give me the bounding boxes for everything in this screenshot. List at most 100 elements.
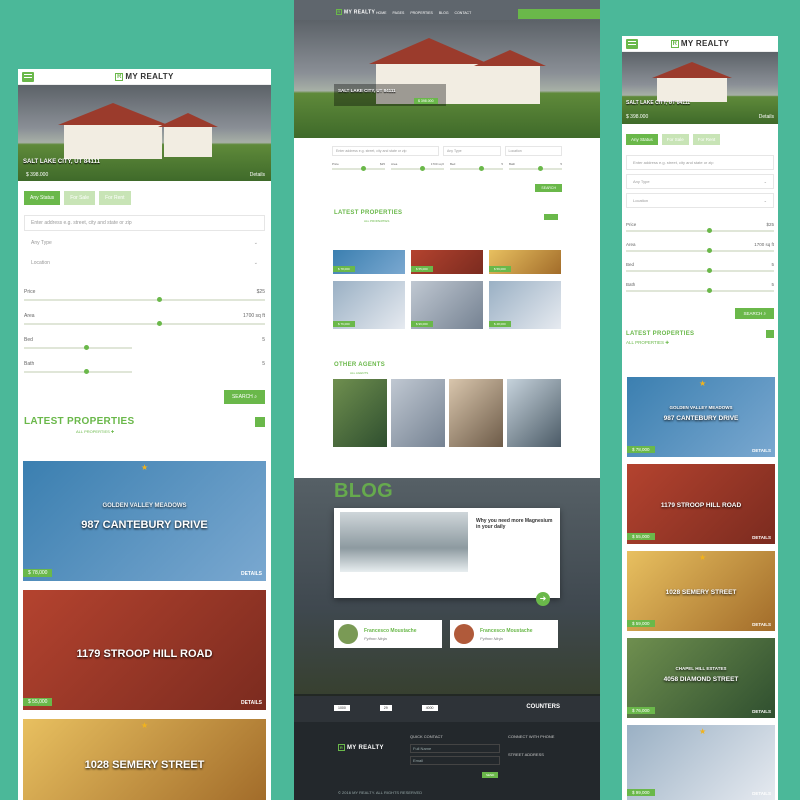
blog-image: [340, 512, 468, 572]
type-select[interactable]: Any Type ⌄: [626, 174, 774, 189]
avatar: [454, 624, 474, 644]
search-button[interactable]: SEARCH ⌕: [735, 308, 774, 319]
address-input[interactable]: Enter address e.g. street, city and stat…: [24, 215, 265, 231]
listing-card[interactable]: ★ GOLDEN VALLEY MEADOWS 987 CANTEBURY DR…: [23, 461, 266, 581]
house-shape: [164, 127, 212, 157]
property-thumb[interactable]: $ 55,000: [411, 250, 483, 274]
bath-slider[interactable]: [509, 166, 562, 171]
counter-houses: 1000: [334, 705, 350, 711]
bath-slider[interactable]: [24, 369, 133, 374]
address-input[interactable]: Enter address e.g. street, city and stat…: [332, 146, 439, 156]
area-slider[interactable]: [626, 248, 774, 253]
grid-view-icon[interactable]: [766, 330, 774, 338]
author-card[interactable]: Francesco Moustache Python Ninja: [450, 620, 558, 648]
price-slider[interactable]: [626, 228, 774, 233]
blog-day: 22: [338, 578, 352, 592]
filters: Price $25 Area 1700 sq ft Bed 5 Bath 5: [626, 222, 774, 293]
type-select[interactable]: Any Type: [443, 146, 501, 156]
listing-details[interactable]: DETAILS: [241, 571, 262, 577]
address-input[interactable]: Enter address e.g. street, city and stat…: [626, 155, 774, 170]
search-icon: ⌕: [763, 311, 766, 316]
all-properties-link[interactable]: ALL PROPERTIES ✚: [76, 429, 265, 434]
listing-card[interactable]: ★ $ 99,000 DETAILS: [627, 725, 775, 800]
type-select[interactable]: Any Type ⌄: [24, 235, 265, 251]
footer-logo[interactable]: R MY REALTY: [338, 744, 384, 751]
tab-for-rent[interactable]: For Rent: [99, 191, 131, 205]
property-thumb[interactable]: $ 76,000: [333, 281, 405, 329]
chevron-down-icon: ⌄: [763, 179, 767, 184]
search-button[interactable]: SEARCH: [535, 184, 562, 192]
listing-details[interactable]: DETAILS: [241, 700, 262, 706]
filter-bath: Bath 5: [626, 282, 774, 287]
listing-price: $ 55,000: [23, 698, 53, 706]
all-properties-link[interactable]: ALL PROPERTIES: [364, 219, 389, 223]
bath-slider[interactable]: [626, 288, 774, 293]
grid-view-icon[interactable]: [255, 416, 265, 427]
slider-arrows[interactable]: [544, 214, 558, 220]
author-card[interactable]: Francesco Moustache Python Ninja: [334, 620, 442, 648]
filter-bed: Bed 5: [626, 262, 774, 267]
email-input[interactable]: Email: [410, 756, 500, 765]
listing-card[interactable]: 1179 STROOP HILL ROAD $ 55,000 DETAILS: [627, 464, 775, 544]
filter-price: Price $25: [626, 222, 774, 227]
property-thumb[interactable]: $ 59,000: [489, 250, 561, 274]
nav-blog[interactable]: BLOG: [439, 11, 449, 15]
location-select[interactable]: Location ⌄: [626, 193, 774, 208]
quick-contact-title: QUICK CONTACT: [410, 734, 443, 739]
listing-card[interactable]: ★ GOLDEN VALLEY MEADOWS 987 CANTEBURY DR…: [627, 377, 775, 457]
listing-card[interactable]: CHAPEL HILL ESTATES 4058 DIAMOND STREET …: [627, 638, 775, 718]
menu-icon[interactable]: [626, 39, 638, 49]
location-select[interactable]: Location ⌄: [24, 255, 265, 271]
logo-icon: R: [670, 39, 679, 48]
listing-card[interactable]: ★ 1028 SEMERY STREET $ 59,000 DETAILS: [627, 551, 775, 631]
menu-icon[interactable]: [22, 72, 34, 82]
send-button[interactable]: SEND: [482, 772, 499, 778]
tab-for-rent[interactable]: For Rent: [692, 134, 721, 145]
price-slider[interactable]: [332, 166, 385, 171]
filter-bed: Bed 5: [450, 162, 503, 171]
nav-contact[interactable]: CONTACT: [455, 11, 472, 15]
listing-card[interactable]: ★ 1028 SEMERY STREET: [23, 719, 266, 800]
roof-shape: [369, 38, 489, 64]
property-thumb[interactable]: $ 78,000: [333, 250, 405, 274]
tab-for-sale[interactable]: For Sale: [64, 191, 96, 205]
property-thumb[interactable]: $ 99,000: [411, 281, 483, 329]
hero-details-link[interactable]: Details: [759, 114, 774, 120]
logo[interactable]: R MY REALTY: [670, 39, 729, 48]
arrow-right-icon[interactable]: ➜: [536, 592, 550, 606]
agent-photo[interactable]: [507, 379, 561, 447]
blog-card[interactable]: Why you need more Magnesium in your dail…: [334, 508, 560, 598]
counter-agents: 29: [379, 705, 392, 711]
name-input[interactable]: Full Name: [410, 744, 500, 753]
agent-photo[interactable]: [333, 379, 387, 447]
listing-card[interactable]: 1179 STROOP HILL ROAD $ 55,000 DETAILS: [23, 590, 266, 710]
search-form: Any Status For Sale For Rent Enter addre…: [622, 124, 778, 346]
all-properties-link[interactable]: ALL PROPERTIES ✚: [626, 340, 774, 346]
tab-any-status[interactable]: Any Status: [626, 134, 658, 145]
hero-details-link[interactable]: Details: [250, 172, 265, 178]
area-slider[interactable]: [391, 166, 444, 171]
nav-pages[interactable]: PAGES: [393, 11, 405, 15]
bed-slider[interactable]: [24, 345, 133, 350]
tab-for-sale[interactable]: For Sale: [661, 134, 689, 145]
property-thumb[interactable]: $ 48,000: [489, 281, 561, 329]
agent-photo[interactable]: [391, 379, 445, 447]
nav-properties[interactable]: PROPERTIES: [410, 11, 433, 15]
price-slider[interactable]: [24, 297, 265, 302]
logo[interactable]: R MY REALTY: [336, 9, 375, 15]
chevron-down-icon: ⌄: [253, 260, 258, 266]
star-icon: ★: [141, 463, 149, 472]
chevron-down-icon: ⌄: [763, 198, 767, 203]
agent-photo[interactable]: [449, 379, 503, 447]
contact-strip: [518, 9, 600, 19]
nav-home[interactable]: HOME: [376, 11, 387, 15]
all-agents-link[interactable]: ALL AGENTS: [350, 371, 368, 375]
bed-slider[interactable]: [626, 268, 774, 273]
location-select[interactable]: Location: [504, 146, 562, 156]
tab-any-status[interactable]: Any Status: [24, 191, 61, 205]
search-button[interactable]: SEARCH ⌕: [223, 390, 265, 404]
bed-slider[interactable]: [450, 166, 503, 171]
logo[interactable]: R MY REALTY: [115, 72, 173, 81]
filter-area: Area 1700 sq ft: [24, 313, 265, 319]
area-slider[interactable]: [24, 321, 265, 326]
